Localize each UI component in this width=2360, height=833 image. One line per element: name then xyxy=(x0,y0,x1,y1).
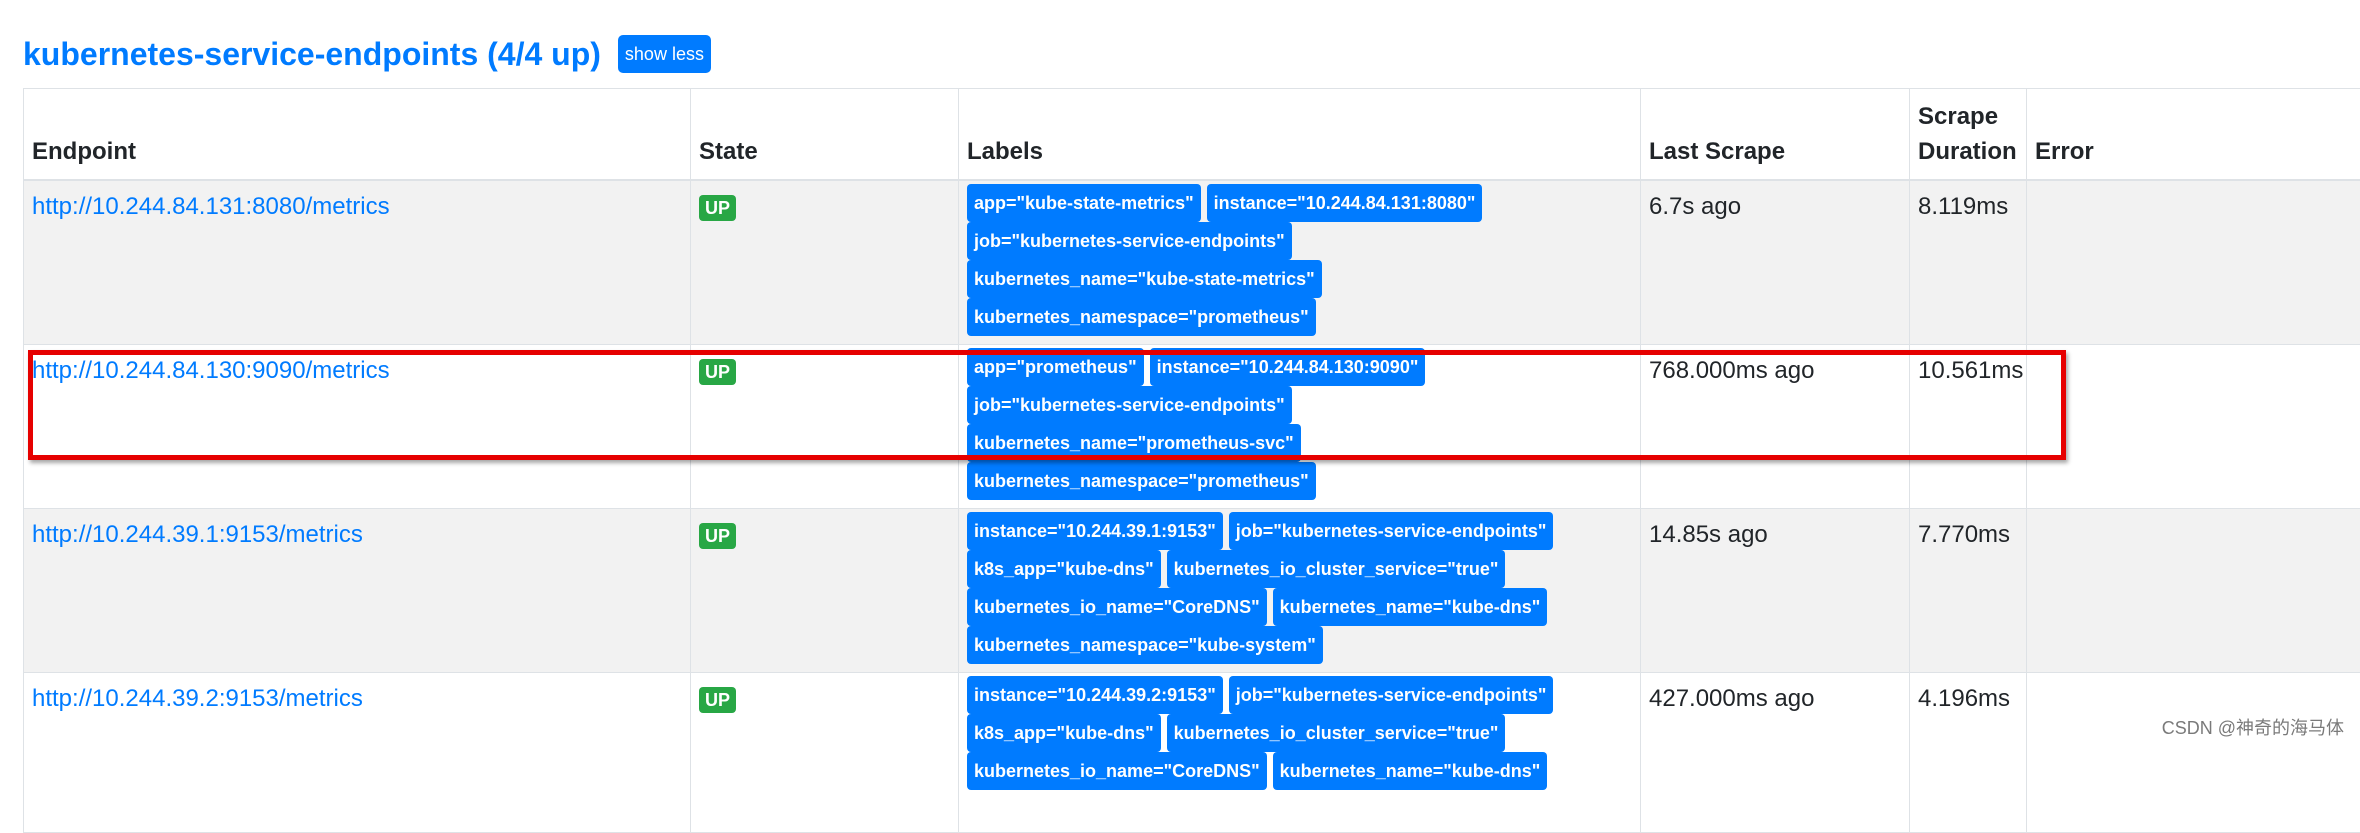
error-cell xyxy=(2027,345,2360,509)
label-badge: job="kubernetes-service-endpoints" xyxy=(1229,512,1554,550)
endpoint-link[interactable]: http://10.244.39.2:9153/metrics xyxy=(32,685,363,712)
table-row: http://10.244.84.130:9090/metrics UP app… xyxy=(24,345,2360,509)
label-badge: kubernetes_namespace="prometheus" xyxy=(967,462,1316,500)
table-row: http://10.244.84.131:8080/metrics UP app… xyxy=(24,180,2360,345)
label-badge: k8s_app="kube-dns" xyxy=(967,714,1161,752)
labels-cell: instance="10.244.39.2:9153"job="kubernet… xyxy=(959,673,1641,833)
endpoint-link[interactable]: http://10.244.39.1:9153/metrics xyxy=(32,521,363,548)
label-badge: kubernetes_name="kube-dns" xyxy=(1273,752,1548,790)
label-badge: kubernetes_name="kube-state-metrics" xyxy=(967,260,1322,298)
label-badge: app="kube-state-metrics" xyxy=(967,184,1201,222)
label-badge: kubernetes_io_cluster_service="true" xyxy=(1167,714,1506,752)
label-badge: kubernetes_io_name="CoreDNS" xyxy=(967,588,1267,626)
label-badge: instance="10.244.84.130:9090" xyxy=(1150,348,1426,386)
column-header-endpoint: Endpoint xyxy=(24,89,691,181)
label-badge: kubernetes_name="prometheus-svc" xyxy=(967,424,1301,462)
label-badge: k8s_app="kube-dns" xyxy=(967,550,1161,588)
table-row: http://10.244.39.1:9153/metrics UP insta… xyxy=(24,509,2360,673)
labels-cell: instance="10.244.39.1:9153"job="kubernet… xyxy=(959,509,1641,673)
state-badge: UP xyxy=(699,523,736,549)
scrape-duration: 10.561ms xyxy=(1910,345,2027,509)
label-badge: kubernetes_namespace="prometheus" xyxy=(967,298,1316,336)
column-header-scrape-duration: Scrape Duration xyxy=(1910,89,2027,181)
label-badge: app="prometheus" xyxy=(967,348,1144,386)
last-scrape: 768.000ms ago xyxy=(1641,345,1910,509)
column-header-labels: Labels xyxy=(959,89,1641,181)
error-cell xyxy=(2027,509,2360,673)
label-badge: kubernetes_name="kube-dns" xyxy=(1273,588,1548,626)
state-badge: UP xyxy=(699,687,736,713)
label-badge: job="kubernetes-service-endpoints" xyxy=(1229,676,1554,714)
scrape-duration: 4.196ms xyxy=(1910,673,2027,833)
targets-table: Endpoint State Labels Last Scrape Scrape… xyxy=(23,88,2360,833)
label-badge: kubernetes_io_cluster_service="true" xyxy=(1167,550,1506,588)
last-scrape: 6.7s ago xyxy=(1641,180,1910,345)
scrape-duration: 7.770ms xyxy=(1910,509,2027,673)
watermark: CSDN @神奇的海马体 xyxy=(2162,714,2344,740)
label-badge: instance="10.244.39.1:9153" xyxy=(967,512,1223,550)
label-badge: instance="10.244.39.2:9153" xyxy=(967,676,1223,714)
show-less-button[interactable]: show less xyxy=(618,35,711,73)
error-cell xyxy=(2027,180,2360,345)
column-header-state: State xyxy=(691,89,959,181)
state-badge: UP xyxy=(699,359,736,385)
section-title: kubernetes-service-endpoints (4/4 up) xyxy=(23,32,601,76)
label-badge: kubernetes_namespace="kube-system" xyxy=(967,626,1323,664)
column-header-error: Error xyxy=(2027,89,2360,181)
error-cell xyxy=(2027,673,2360,833)
endpoint-link[interactable]: http://10.244.84.131:8080/metrics xyxy=(32,193,390,220)
labels-cell: app="kube-state-metrics"instance="10.244… xyxy=(959,180,1641,345)
label-badge: job="kubernetes-service-endpoints" xyxy=(967,386,1292,424)
last-scrape: 427.000ms ago xyxy=(1641,673,1910,833)
endpoint-link[interactable]: http://10.244.84.130:9090/metrics xyxy=(32,357,390,384)
state-badge: UP xyxy=(699,195,736,221)
column-header-last-scrape: Last Scrape xyxy=(1641,89,1910,181)
section-header: kubernetes-service-endpoints (4/4 up) sh… xyxy=(23,32,711,76)
table-header-row: Endpoint State Labels Last Scrape Scrape… xyxy=(24,89,2360,181)
label-badge: instance="10.244.84.131:8080" xyxy=(1207,184,1483,222)
labels-cell: app="prometheus"instance="10.244.84.130:… xyxy=(959,345,1641,509)
table-row: http://10.244.39.2:9153/metrics UP insta… xyxy=(24,673,2360,833)
label-badge: kubernetes_io_name="CoreDNS" xyxy=(967,752,1267,790)
scrape-duration: 8.119ms xyxy=(1910,180,2027,345)
label-badge: job="kubernetes-service-endpoints" xyxy=(967,222,1292,260)
last-scrape: 14.85s ago xyxy=(1641,509,1910,673)
